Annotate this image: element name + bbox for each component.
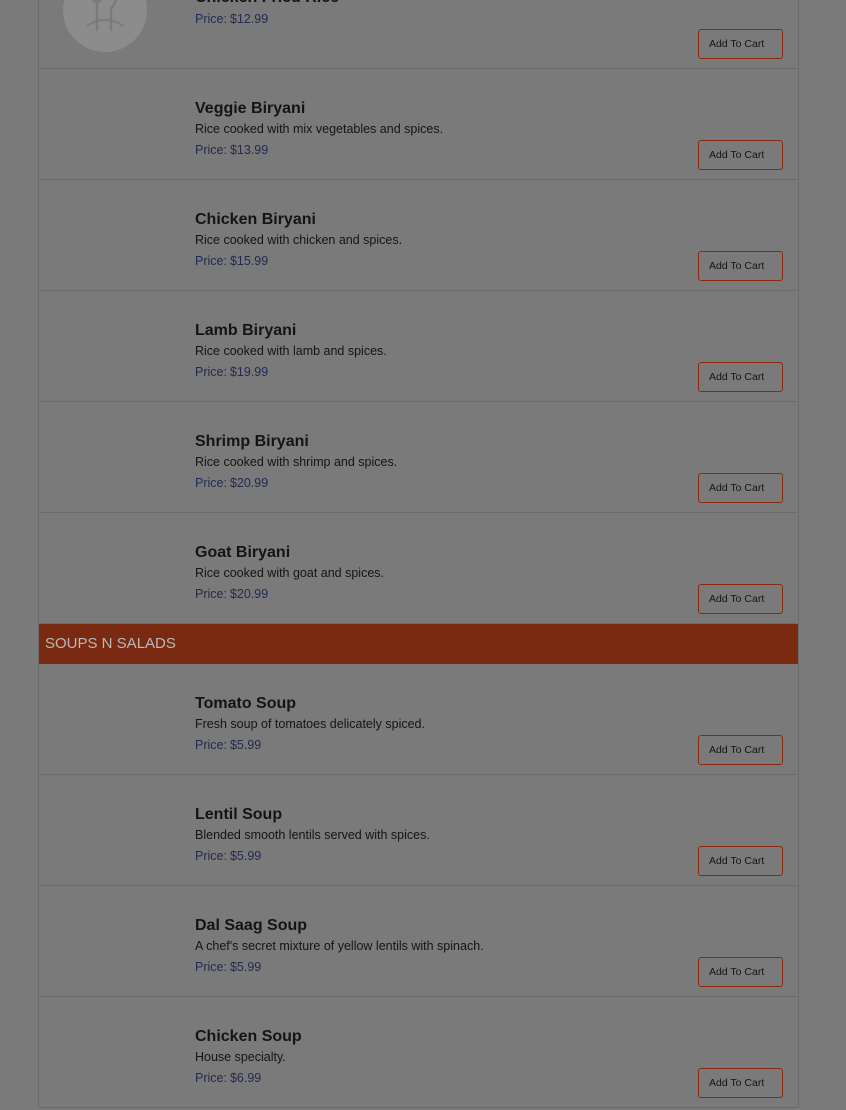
price-label: Price: (195, 143, 227, 157)
add-to-cart-button[interactable]: Add To Cart (698, 1068, 783, 1098)
menu-item-description: Rice cooked with mix vegetables and spic… (195, 122, 444, 136)
menu-item-name: Veggie Biryani (195, 100, 306, 117)
price-label: Price: (195, 1071, 227, 1085)
menu-item-price: Price: $15.99 (195, 250, 678, 272)
restaurant-logo-icon (63, 0, 147, 52)
menu-item-name: Chicken Biryani (195, 211, 316, 228)
menu-item-name: Chicken Soup (195, 1028, 302, 1045)
price-value: $12.99 (229, 12, 269, 26)
add-to-cart-button[interactable]: Add To Cart (698, 735, 783, 765)
price-value: $20.99 (229, 587, 269, 601)
menu-list: Chicken Fried Rice Price:$12.99 Add To C… (38, 0, 799, 1108)
menu-item-shrimp-biryani: Shrimp Biryani Rice cooked with shrimp a… (39, 402, 798, 513)
menu-item-name: Shrimp Biryani (195, 433, 309, 450)
menu-item-goat-biryani: Goat Biryani Rice cooked with goat and s… (39, 513, 798, 624)
menu-item-description: Rice cooked with shrimp and spices. (195, 455, 398, 469)
price-label: Price: (195, 738, 227, 752)
price-label: Price: (195, 365, 227, 379)
price-value: $13.99 (229, 143, 269, 157)
menu-item-dal-saag-soup: Dal Saag Soup A chef's secret mixture of… (39, 886, 798, 997)
menu-item-info: Lentil Soup Blended smooth lentils serve… (195, 805, 678, 867)
menu-page: Chicken Fried Rice Price:$12.99 Add To C… (0, 0, 846, 1110)
add-to-cart-button[interactable]: Add To Cart (698, 251, 783, 281)
menu-item-info: Tomato Soup Fresh soup of tomatoes delic… (195, 694, 678, 756)
menu-item-name: Chicken Fried Rice (195, 0, 678, 8)
price-value: $20.99 (229, 476, 269, 490)
add-to-cart-button[interactable]: Add To Cart (698, 957, 783, 987)
price-value: $6.99 (229, 1071, 262, 1085)
menu-item-price: Price: $5.99 (195, 845, 678, 867)
menu-item-info: Goat Biryani Rice cooked with goat and s… (195, 543, 678, 605)
price-value: $5.99 (229, 738, 262, 752)
menu-item-info: Chicken Biryani Rice cooked with chicken… (195, 210, 678, 272)
menu-item-price: Price: $20.99 (195, 583, 678, 605)
price-label: Price: (195, 254, 227, 268)
menu-item-description: Blended smooth lentils served with spice… (195, 828, 430, 842)
menu-item-name: Dal Saag Soup (195, 917, 308, 934)
menu-item-tomato-soup: Tomato Soup Fresh soup of tomatoes delic… (39, 664, 798, 775)
menu-item-info: Chicken Soup House specialty. Price: $6.9… (195, 1027, 678, 1089)
add-to-cart-button[interactable]: Add To Cart (698, 29, 783, 59)
price-value: $5.99 (229, 960, 262, 974)
menu-item-name: Lamb Biryani (195, 322, 297, 339)
menu-item-price: Price: $13.99 (195, 139, 678, 161)
menu-item-info: Veggie Biryani Rice cooked with mix vege… (195, 99, 678, 161)
add-to-cart-button[interactable]: Add To Cart (698, 473, 783, 503)
menu-item-description: House specialty. (195, 1050, 286, 1064)
menu-item-chicken-biryani: Chicken Biryani Rice cooked with chicken… (39, 180, 798, 291)
price-label: Price: (195, 12, 227, 26)
menu-item-price: Price: $5.99 (195, 956, 678, 978)
menu-item-name: Goat Biryani (195, 544, 291, 561)
price-label: Price: (195, 476, 227, 490)
menu-item-price: Price: $5.99 (195, 734, 678, 756)
menu-item-lentil-soup: Lentil Soup Blended smooth lentils serve… (39, 775, 798, 886)
price-value: $5.99 (229, 849, 262, 863)
section-header-soups-n-salads[interactable]: SOUPS N SALADS (39, 624, 798, 664)
menu-item-veggie-biryani: Veggie Biryani Rice cooked with mix vege… (39, 69, 798, 180)
add-to-cart-button[interactable]: Add To Cart (698, 584, 783, 614)
menu-item-info: Chicken Fried Rice Price:$12.99 (195, 0, 678, 30)
menu-item-name: Tomato Soup (195, 695, 297, 712)
add-to-cart-button[interactable]: Add To Cart (698, 140, 783, 170)
menu-item-description: A chef's secret mixture of yellow lentil… (195, 939, 484, 953)
menu-item-price: Price: $20.99 (195, 472, 678, 494)
price-value: $15.99 (229, 254, 269, 268)
menu-item-chicken-fried-rice: Chicken Fried Rice Price:$12.99 Add To C… (39, 0, 798, 69)
menu-item-description: Fresh soup of tomatoes delicately spiced… (195, 717, 425, 731)
price-label: Price: (195, 587, 227, 601)
menu-item-price: Price: $12.99 (195, 8, 678, 30)
menu-item-info: Shrimp Biryani Rice cooked with shrimp a… (195, 432, 678, 494)
menu-item-chicken-soup: Chicken Soup House specialty. Price: $6.9… (39, 997, 798, 1108)
menu-item-lamb-biryani: Lamb Biryani Rice cooked with lamb and s… (39, 291, 798, 402)
add-to-cart-button[interactable]: Add To Cart (698, 362, 783, 392)
add-to-cart-button[interactable]: Add To Cart (698, 846, 783, 876)
menu-item-info: Dal Saag Soup A chef's secret mixture of… (195, 916, 678, 978)
price-label: Price: (195, 960, 227, 974)
menu-item-description: Rice cooked with chicken and spices. (195, 233, 403, 247)
price-label: Price: (195, 849, 227, 863)
menu-item-name: Lentil Soup (195, 806, 283, 823)
menu-item-description: Rice cooked with goat and spices. (195, 566, 384, 580)
menu-item-price: Price: $19.99 (195, 361, 678, 383)
menu-item-description: Rice cooked with lamb and spices. (195, 344, 387, 358)
menu-item-price: Price: $6.99 (195, 1067, 678, 1089)
price-value: $19.99 (229, 365, 269, 379)
menu-item-info: Lamb Biryani Rice cooked with lamb and s… (195, 321, 678, 383)
